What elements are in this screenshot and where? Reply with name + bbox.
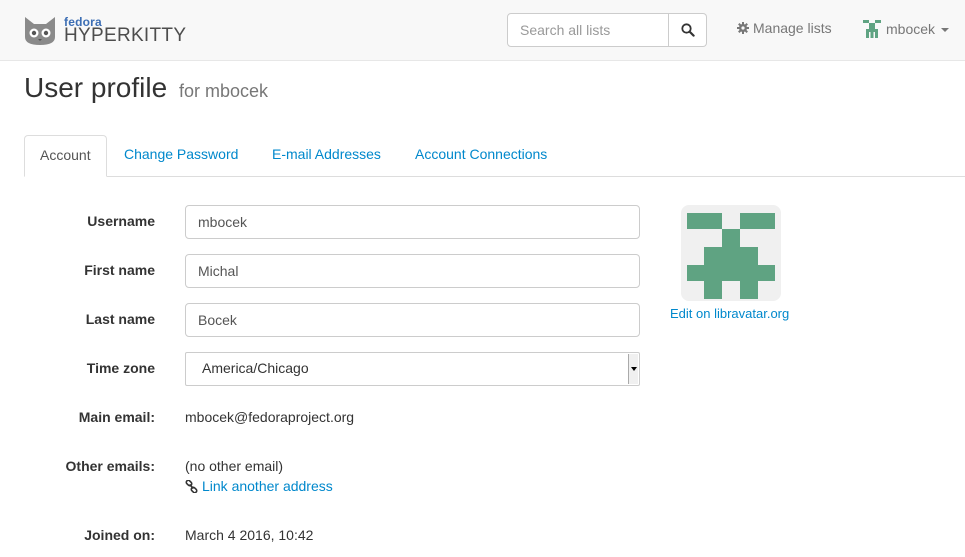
brand-hyperkitty: HYPERKITTY — [64, 25, 187, 46]
timezone-select[interactable]: America/Chicago — [185, 352, 640, 386]
navbar: fedora HYPERKITTY Manage lists — [0, 0, 965, 61]
tab-change-password[interactable]: Change Password — [109, 135, 253, 177]
profile-tabs: Account Change Password E-mail Addresses… — [24, 135, 965, 177]
brand-text: fedora HYPERKITTY — [64, 15, 187, 47]
joined-on-value: March 4 2016, 10:42 — [185, 527, 314, 543]
search-icon — [680, 23, 695, 37]
hyperkitty-cat-logo — [25, 17, 55, 45]
last-name-label: Last name — [85, 311, 155, 327]
username-label: Username — [87, 213, 155, 229]
timezone-selected-value: America/Chicago — [202, 360, 309, 376]
page-title: User profile for mbocek — [24, 72, 268, 104]
gear-icon — [737, 22, 749, 34]
search-input[interactable] — [507, 13, 669, 47]
last-name-field[interactable] — [185, 303, 640, 337]
tab-email-addresses[interactable]: E-mail Addresses — [257, 135, 396, 177]
user-menu-dropdown[interactable]: mbocek — [863, 20, 950, 38]
link-another-address[interactable]: Link another address — [185, 478, 333, 494]
brand-link[interactable]: fedora HYPERKITTY — [23, 15, 187, 47]
username-field[interactable] — [185, 205, 640, 239]
other-emails-value: (no other email) — [185, 458, 284, 474]
page-subtitle: for mbocek — [178, 81, 268, 101]
link-another-label: Link another address — [202, 478, 333, 494]
manage-lists-link[interactable]: Manage lists — [737, 20, 832, 36]
user-avatar-icon — [863, 20, 881, 38]
tab-account-connections[interactable]: Account Connections — [400, 135, 562, 177]
edit-on-libravatar-link[interactable]: Edit on libravatar.org — [670, 306, 789, 321]
avatar-identicon — [687, 213, 775, 299]
avatar — [681, 205, 781, 301]
search-button[interactable] — [669, 13, 707, 47]
link-icon — [185, 479, 198, 493]
page-title-text: User profile — [24, 72, 168, 103]
main-email-value: mbocek@fedoraproject.org — [185, 409, 355, 425]
select-arrow-icon — [628, 354, 638, 384]
first-name-field[interactable] — [185, 254, 640, 288]
tab-account[interactable]: Account — [24, 135, 107, 177]
timezone-label: Time zone — [86, 360, 155, 376]
joined-on-label: Joined on: — [84, 527, 155, 543]
user-menu-name: mbocek — [886, 21, 936, 37]
first-name-label: First name — [84, 262, 155, 278]
search-form — [507, 13, 707, 47]
main-email-label: Main email: — [78, 409, 155, 425]
manage-lists-label: Manage lists — [753, 20, 832, 36]
caret-down-icon — [941, 28, 950, 32]
other-emails-label: Other emails: — [65, 458, 155, 474]
